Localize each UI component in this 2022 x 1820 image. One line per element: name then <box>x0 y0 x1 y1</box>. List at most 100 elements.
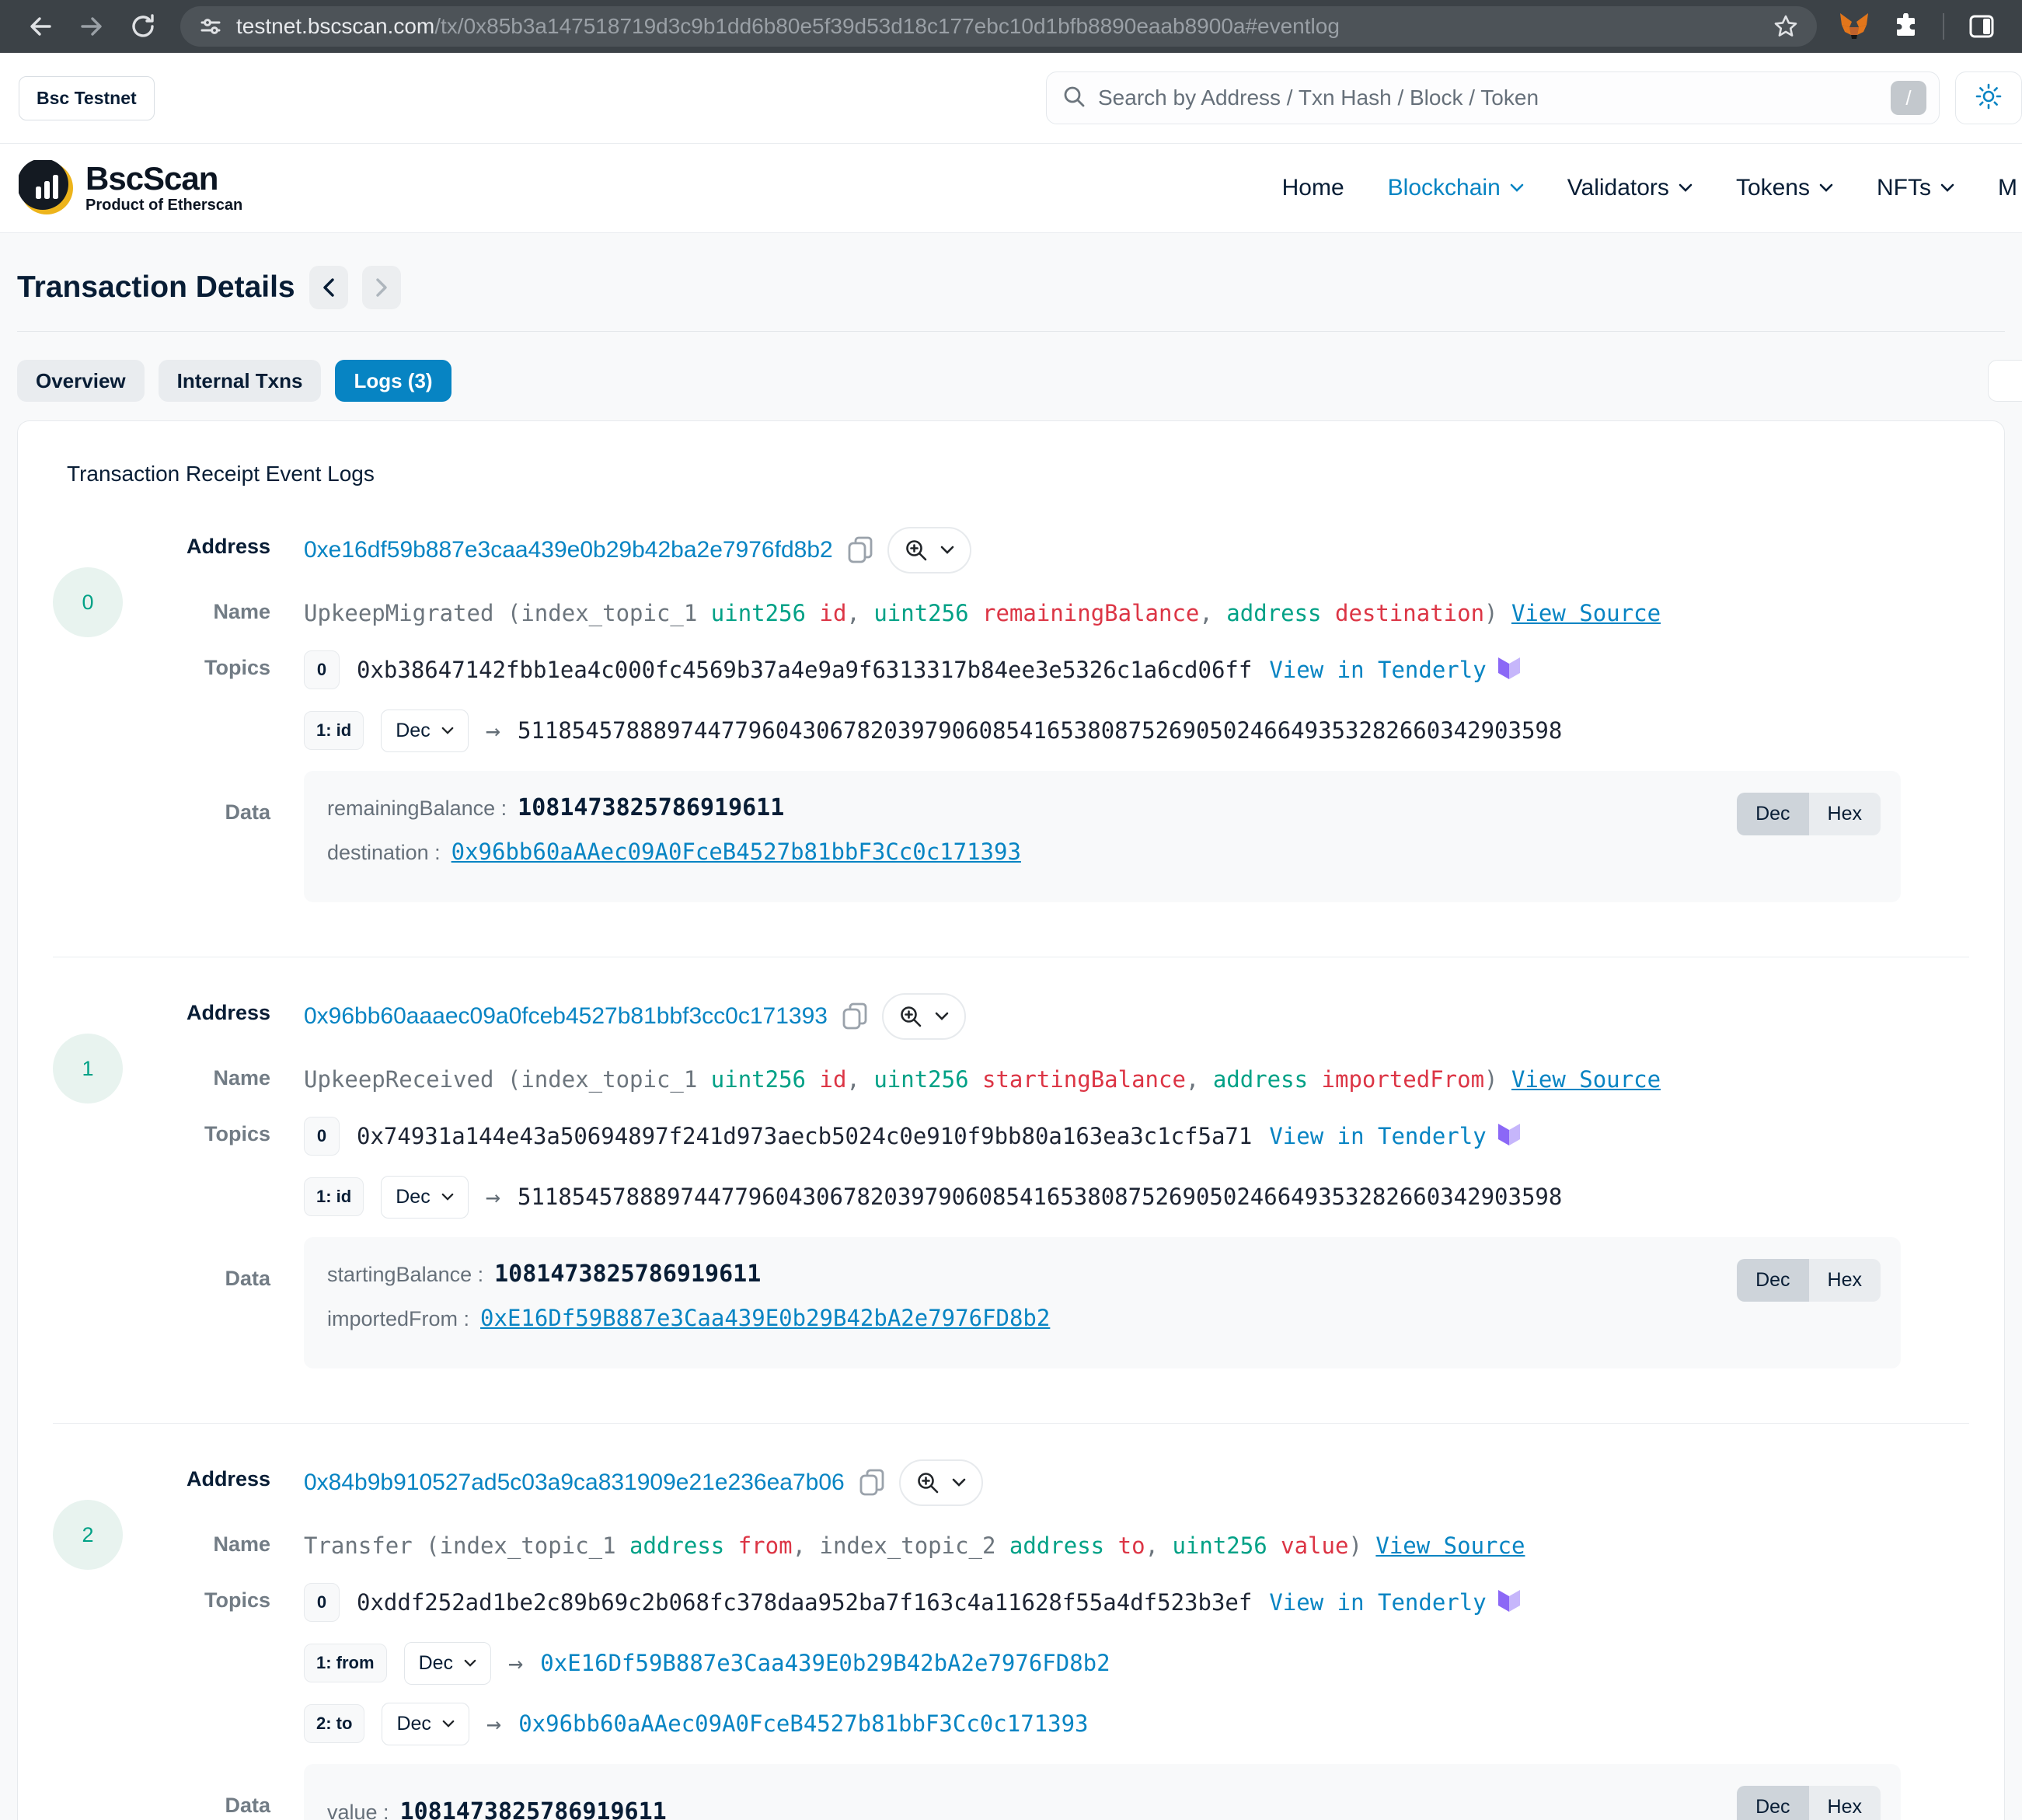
tools-button-cutoff[interactable] <box>1988 360 2022 402</box>
dec-hex-select[interactable]: Dec <box>382 1703 469 1745</box>
dec-hex-select[interactable]: Dec <box>381 1176 468 1219</box>
topic-index-badge: 2: to <box>304 1704 364 1743</box>
site-settings-icon[interactable] <box>199 15 222 38</box>
search-box[interactable]: / <box>1046 71 1940 124</box>
hex-toggle[interactable]: Hex <box>1809 1786 1881 1820</box>
prev-tx-button[interactable] <box>309 266 348 309</box>
topics-label: Topics <box>123 648 270 680</box>
dec-toggle[interactable]: Dec <box>1737 793 1808 835</box>
topic-row-2: 2: to Dec → 0x96bb60aAAec09A0FceB4527b81… <box>304 1702 1969 1745</box>
network-badge[interactable]: Bsc Testnet <box>19 76 155 120</box>
dec-hex-toggle: Dec Hex <box>1737 793 1881 835</box>
chevron-down-icon <box>464 1659 476 1668</box>
topic-value-address[interactable]: 0xE16Df59B887e3Caa439E0b29B42bA2e7976FD8… <box>540 1650 1110 1676</box>
topic-row-1: 1: id Dec → 5118545788897447796043067820… <box>304 1175 1969 1219</box>
topic-index-badge: 1: from <box>304 1644 387 1682</box>
view-source-link[interactable]: View Source <box>1375 1532 1525 1559</box>
extensions-puzzle-icon[interactable] <box>1884 5 1927 48</box>
tabs-row: Overview Internal Txns Logs (3) <box>17 360 2005 402</box>
url-text: testnet.bscscan.com/tx/0x85b3a147518719d… <box>236 14 1340 39</box>
tab-internal-txns[interactable]: Internal Txns <box>159 360 322 402</box>
view-source-link[interactable]: View Source <box>1511 600 1661 626</box>
url-bar[interactable]: testnet.bscscan.com/tx/0x85b3a147518719d… <box>180 6 1817 47</box>
theme-toggle-button[interactable] <box>1955 71 2022 124</box>
card-title: Transaction Receipt Event Logs <box>67 462 1969 486</box>
next-tx-button[interactable] <box>362 266 401 309</box>
bookmark-star-icon[interactable] <box>1773 5 1798 48</box>
copy-icon[interactable] <box>847 535 873 565</box>
topic-index-badge: 0 <box>304 1117 340 1156</box>
view-in-tenderly-link[interactable]: View in Tenderly <box>1269 1588 1522 1616</box>
event-log-0: 0 Address 0xe16df59b887e3caa439e0b29b42b… <box>53 527 1969 921</box>
nav-nfts[interactable]: NFTs <box>1877 175 1954 201</box>
topic-row-0: 0 0x74931a144e43a50694897f241d973aecb502… <box>304 1114 1969 1158</box>
magnifier-plus-icon <box>905 539 928 562</box>
topic-value: 5118545788897447796043067820397906085416… <box>518 717 1562 744</box>
chevron-down-icon <box>1679 183 1693 193</box>
topics-label: Topics <box>123 1581 270 1613</box>
data-label: Data <box>123 1237 270 1291</box>
topic-index-badge: 1: id <box>304 1177 364 1216</box>
view-in-tenderly-link[interactable]: View in Tenderly <box>1269 1122 1522 1150</box>
nav-home[interactable]: Home <box>1282 175 1344 201</box>
event-signature: UpkeepReceived (index_topic_1 uint256 id… <box>304 1058 1969 1096</box>
tenderly-icon <box>1496 1122 1522 1150</box>
metamask-icon[interactable] <box>1832 5 1876 48</box>
data-field-value: 1081473825786919611 <box>518 794 784 821</box>
topic-value-address[interactable]: 0x96bb60aAAec09A0FceB4527b81bbF3Cc0c1713… <box>518 1710 1088 1737</box>
view-source-link[interactable]: View Source <box>1511 1066 1661 1093</box>
arrow-right-icon: → <box>508 1648 523 1678</box>
data-address-link[interactable]: 0x96bb60aAAec09A0FceB4527b81bbF3Cc0c1713… <box>451 839 1021 865</box>
topic-index-badge: 0 <box>304 1583 340 1622</box>
data-box: startingBalance :1081473825786919611 imp… <box>304 1237 1901 1368</box>
nav-validators[interactable]: Validators <box>1567 175 1693 201</box>
hex-toggle[interactable]: Hex <box>1809 1259 1881 1302</box>
log-address-link[interactable]: 0x84b9b910527ad5c03a9ca831909e21e236ea7b… <box>304 1470 845 1496</box>
tab-logs[interactable]: Logs (3) <box>335 360 451 402</box>
hex-toggle[interactable]: Hex <box>1809 793 1881 835</box>
page-body: Transaction Details Overview Internal Tx… <box>0 233 2022 1820</box>
log-address-link[interactable]: 0x96bb60aaaec09a0fceb4527b81bbf3cc0c1713… <box>304 1003 828 1030</box>
zoom-address-button[interactable] <box>882 993 966 1040</box>
event-logs-card: Transaction Receipt Event Logs 0 Address… <box>17 420 2005 1820</box>
view-in-tenderly-link[interactable]: View in Tenderly <box>1269 656 1522 684</box>
dec-toggle[interactable]: Dec <box>1737 1259 1808 1302</box>
data-field-value: 1081473825786919611 <box>400 1798 667 1820</box>
dec-toggle[interactable]: Dec <box>1737 1786 1808 1820</box>
data-field-label: destination : <box>327 841 441 865</box>
zoom-address-button[interactable] <box>887 527 971 574</box>
url-path: /tx/0x85b3a147518719d3c9b1dd6b80e5f39d53… <box>434 14 1340 38</box>
nav-tokens[interactable]: Tokens <box>1736 175 1833 201</box>
copy-icon[interactable] <box>842 1002 868 1031</box>
search-input[interactable] <box>1098 85 1878 110</box>
main-nav: Home Blockchain Validators Tokens NFTs M <box>1282 175 2017 201</box>
event-signature: UpkeepMigrated (index_topic_1 uint256 id… <box>304 592 1969 629</box>
tab-overview[interactable]: Overview <box>17 360 145 402</box>
url-host: testnet.bscscan.com <box>236 14 434 38</box>
reload-icon[interactable] <box>121 5 165 48</box>
forward-icon[interactable] <box>70 5 113 48</box>
event-log-2: 2 Address 0x84b9b910527ad5c03a9ca831909e… <box>53 1459 1969 1820</box>
nav-more-cut[interactable]: M <box>1998 175 2017 201</box>
log-address-link[interactable]: 0xe16df59b887e3caa439e0b29b42ba2e7976fd8… <box>304 537 833 563</box>
topic-row-1: 1: id Dec → 5118545788897447796043067820… <box>304 709 1969 752</box>
bscscan-logo[interactable]: BscScan Product of Etherscan <box>19 160 242 216</box>
chevron-down-icon <box>1940 183 1954 193</box>
event-signature: Transfer (index_topic_1 address from, in… <box>304 1525 1969 1562</box>
data-box: remainingBalance :1081473825786919611 de… <box>304 771 1901 902</box>
dec-hex-select[interactable]: Dec <box>381 710 468 752</box>
copy-icon[interactable] <box>859 1468 885 1497</box>
nav-blockchain[interactable]: Blockchain <box>1388 175 1524 201</box>
data-address-link[interactable]: 0xE16Df59B887e3Caa439E0b29B42bA2e7976FD8… <box>480 1305 1050 1331</box>
event-log-1: 1 Address 0x96bb60aaaec09a0fceb4527b81bb… <box>53 993 1969 1387</box>
chevron-down-icon <box>442 1720 455 1728</box>
data-box: value :1081473825786919611 Dec Hex <box>304 1764 1901 1820</box>
chevron-down-icon <box>1510 183 1524 193</box>
dec-hex-select[interactable]: Dec <box>404 1642 491 1685</box>
slash-shortcut-key: / <box>1891 81 1926 115</box>
topic-value: 5118545788897447796043067820397906085416… <box>518 1184 1562 1210</box>
zoom-address-button[interactable] <box>899 1459 983 1506</box>
side-panel-icon[interactable] <box>1960 5 2003 48</box>
data-label: Data <box>123 1764 270 1818</box>
back-icon[interactable] <box>19 5 62 48</box>
